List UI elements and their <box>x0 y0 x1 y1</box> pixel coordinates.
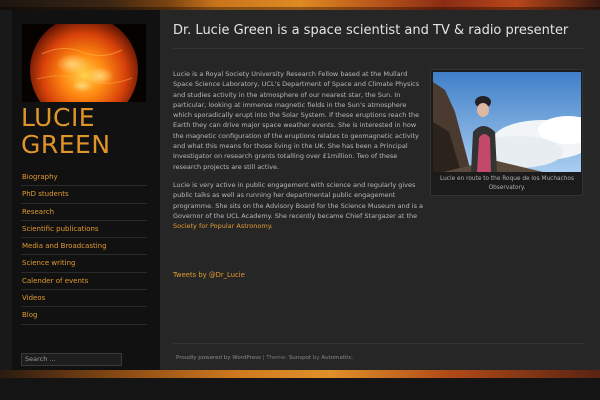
theme-link[interactable]: Sunspot <box>289 355 311 361</box>
header-color-stripe <box>0 0 600 10</box>
nav-item-scientific-publications[interactable]: Scientific publications <box>21 221 147 239</box>
footer-end: . <box>351 355 354 361</box>
footer-color-stripe <box>0 370 600 378</box>
tweets-link[interactable]: Tweets by @Dr_Lucie <box>173 270 245 280</box>
author-link[interactable]: Automattic <box>321 355 351 361</box>
nav-item-media-broadcasting[interactable]: Media and Broadcasting <box>21 238 147 256</box>
nav-item-blog[interactable]: Blog <box>21 307 147 325</box>
theme-label: Theme: <box>266 355 289 361</box>
site-title-line2: GREEN <box>21 130 111 159</box>
sidebar-nav: Biography PhD students Research Scientif… <box>21 169 147 325</box>
by-text: by <box>311 355 322 361</box>
nav-item-videos[interactable]: Videos <box>21 290 147 308</box>
intro-paragraph: Lucie is a Royal Society University Rese… <box>173 70 420 171</box>
nav-item-phd-students[interactable]: PhD students <box>21 186 147 204</box>
nav-item-calender-of-events[interactable]: Calender of events <box>21 273 147 291</box>
title-divider <box>173 48 585 49</box>
site-title-line1: LUCIE <box>21 103 96 132</box>
search-input[interactable]: Search ... <box>21 353 122 366</box>
engagement-text: Lucie is very active in public engagemen… <box>173 181 424 220</box>
nav-item-biography[interactable]: Biography <box>21 169 147 187</box>
site-footer: Proudly powered by WordPress | Theme: Su… <box>176 354 354 362</box>
site-logo-sun-image[interactable] <box>22 24 146 102</box>
page-title: Dr. Lucie Green is a space scientist and… <box>173 23 569 38</box>
bottom-bar <box>0 378 600 400</box>
engagement-paragraph: Lucie is very active in public engagemen… <box>173 180 423 231</box>
footer-divider <box>173 343 585 344</box>
lucie-photo[interactable] <box>433 72 581 172</box>
mountain-photo-image <box>433 72 581 172</box>
spa-link[interactable]: Society for Popular Astronomy <box>173 222 271 230</box>
site-title[interactable]: LUCIE GREEN <box>21 104 151 158</box>
nav-item-research[interactable]: Research <box>21 204 147 221</box>
nav-item-science-writing[interactable]: Science writing <box>21 255 147 273</box>
figure-caption: Lucie en route to the Roque de los Mucha… <box>440 176 574 191</box>
engagement-text-end: . <box>270 222 273 231</box>
wordpress-link[interactable]: Proudly powered by WordPress <box>176 355 261 361</box>
sun-image <box>22 24 146 102</box>
